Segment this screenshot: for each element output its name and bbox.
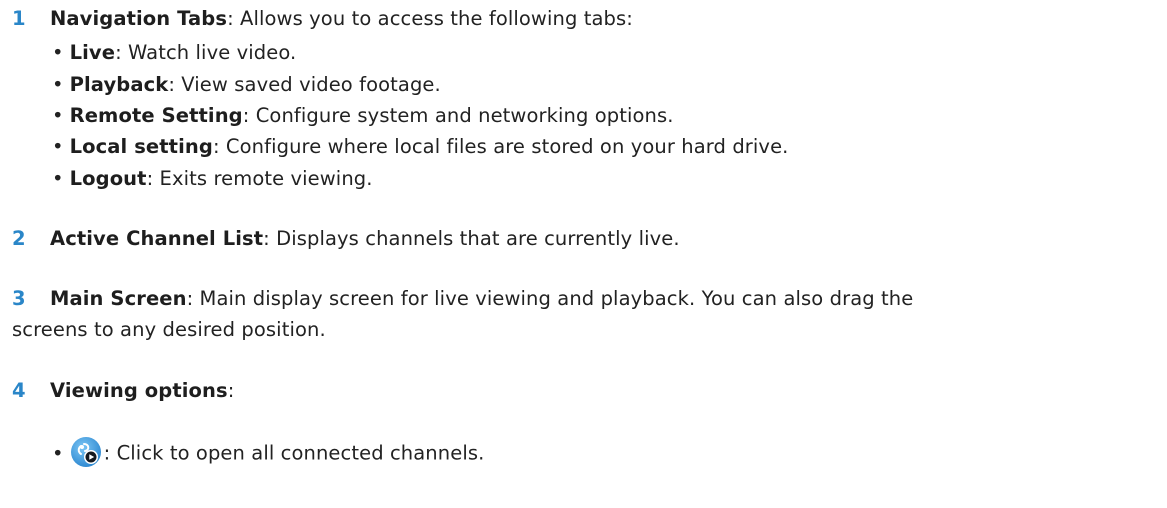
bullet: •: [52, 441, 64, 465]
section-4-title: Viewing options: [50, 379, 228, 402]
bullet: •: [52, 135, 64, 158]
list-item: • Remote Setting: Configure system and ne…: [52, 103, 674, 129]
section-3-title: Main Screen: [50, 287, 187, 310]
section-number-3: 3: [12, 287, 26, 310]
section-3-text-continued: screens to any desired position.: [12, 318, 326, 341]
tab-term-local-setting: Local setting: [69, 135, 213, 158]
open-all-channels-icon: [69, 436, 102, 468]
section-1-line: Navigation Tabs: Allows you to access th…: [50, 6, 633, 32]
tab-desc-remote-setting: : Configure system and networking option…: [242, 104, 674, 127]
bullet: •: [52, 41, 64, 64]
section-number-4: 4: [12, 379, 26, 402]
tab-term-live: Live: [69, 41, 116, 64]
section-1-text: : Allows you to access the following tab…: [227, 7, 633, 30]
section-1-title: Navigation Tabs: [50, 7, 228, 30]
section-number-1: 1: [12, 7, 26, 30]
list-item: • Logout: Exits remote viewing.: [52, 166, 373, 192]
section-2-line: Active Channel List: Displays channels t…: [50, 226, 680, 252]
tab-term-playback: Playback: [69, 73, 169, 96]
section-4-line: Viewing options:: [50, 378, 234, 404]
tab-desc-playback: : View saved video footage.: [168, 73, 441, 96]
manual-page: 1 Navigation Tabs: Allows you to access …: [0, 0, 1167, 508]
section-3-text: : Main display screen for live viewing a…: [186, 287, 914, 310]
tab-desc-local-setting: : Configure where local files are stored…: [212, 135, 789, 158]
bullet: •: [52, 167, 64, 190]
section-number-2: 2: [12, 227, 26, 250]
tab-desc-live: : Watch live video.: [115, 41, 297, 64]
tab-term-logout: Logout: [69, 167, 147, 190]
bullet: •: [52, 104, 64, 127]
section-2-title: Active Channel List: [50, 227, 264, 250]
list-item: • Live: Watch live video.: [52, 40, 296, 66]
list-item: • Local setting: Configure where local fi…: [52, 134, 788, 160]
section-4-text: :: [227, 379, 235, 402]
tab-desc-logout: : Exits remote viewing.: [146, 167, 373, 190]
bullet: •: [52, 73, 64, 96]
section-3-line: Main Screen: Main display screen for liv…: [50, 286, 913, 312]
list-item: • Playback: View saved video footage.: [52, 72, 441, 98]
list-item: • : Click to open all connected channels…: [52, 436, 485, 470]
section-2-text: : Displays channels that are currently l…: [263, 227, 680, 250]
viewing-option-desc: : Click to open all connected channels.: [103, 441, 485, 465]
tab-term-remote-setting: Remote Setting: [69, 104, 243, 127]
